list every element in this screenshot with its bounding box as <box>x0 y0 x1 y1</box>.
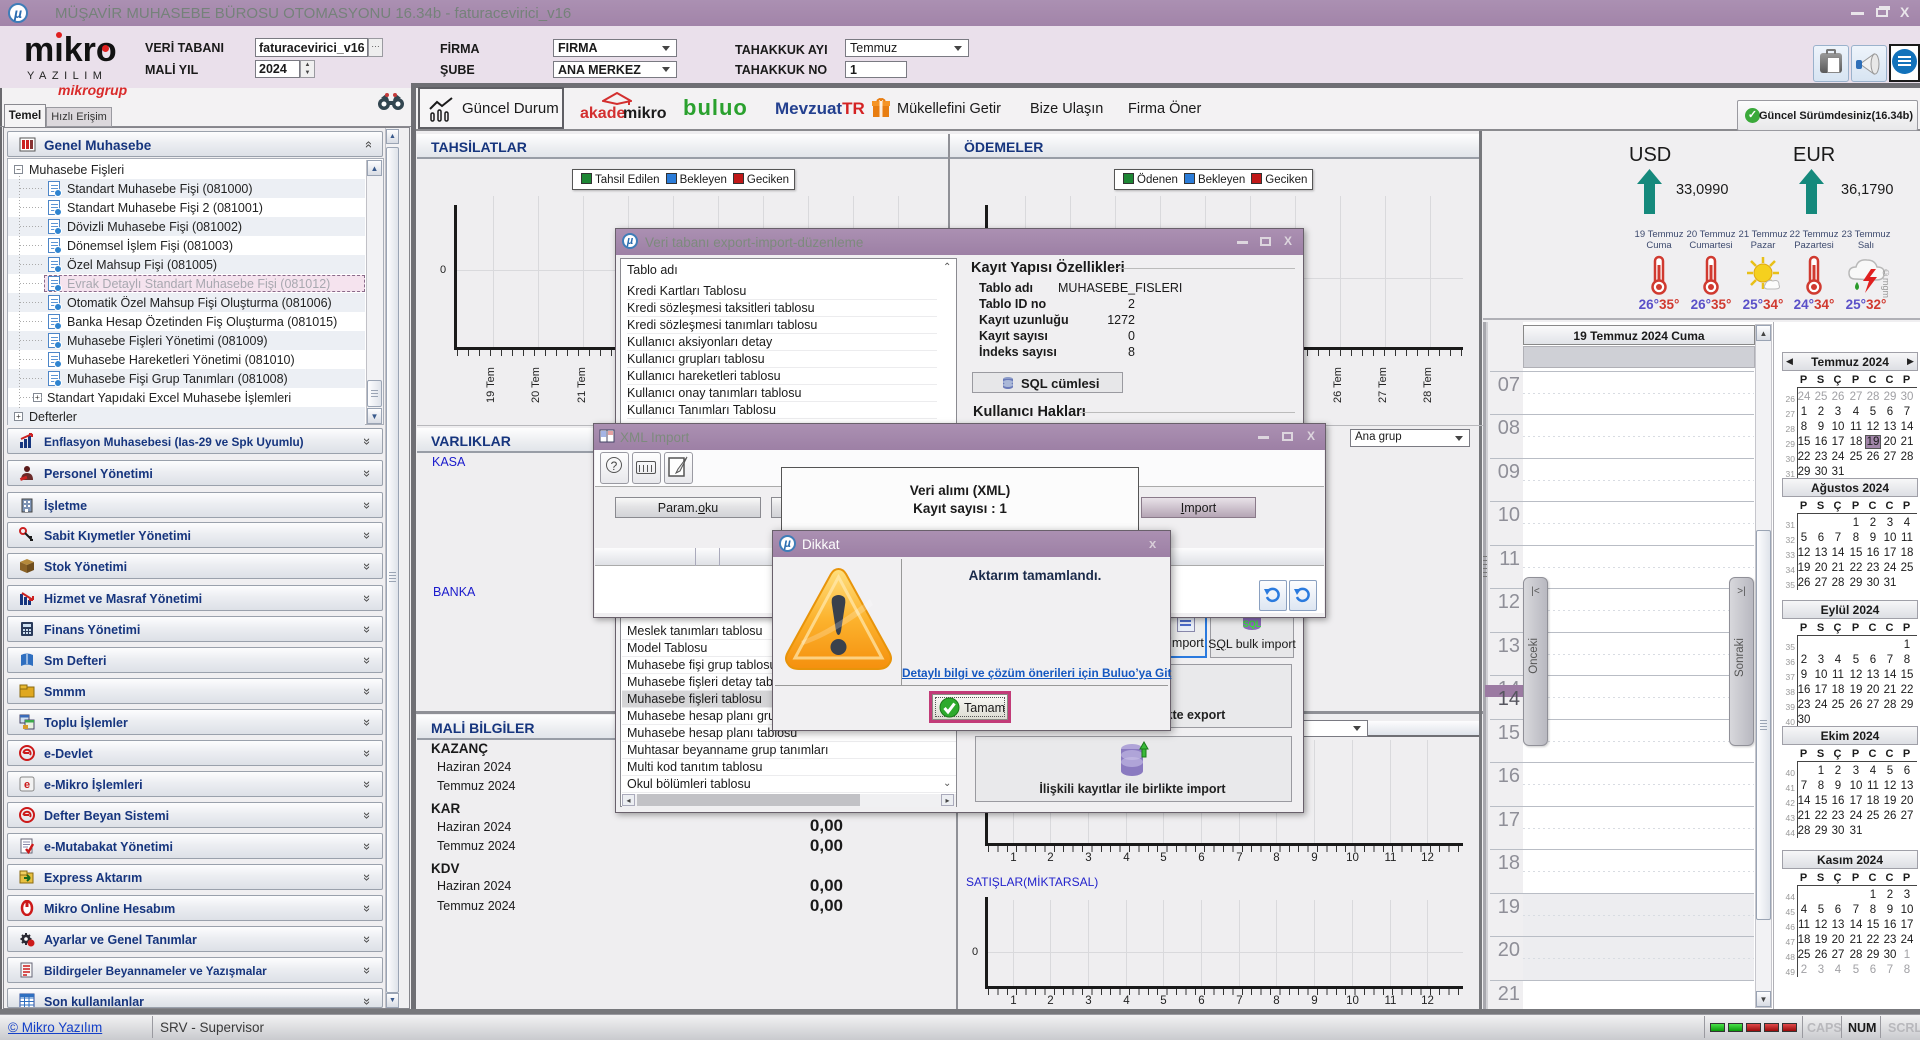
svg-text:SQL: SQL <box>1243 619 1262 629</box>
svg-text:e: e <box>24 779 30 791</box>
